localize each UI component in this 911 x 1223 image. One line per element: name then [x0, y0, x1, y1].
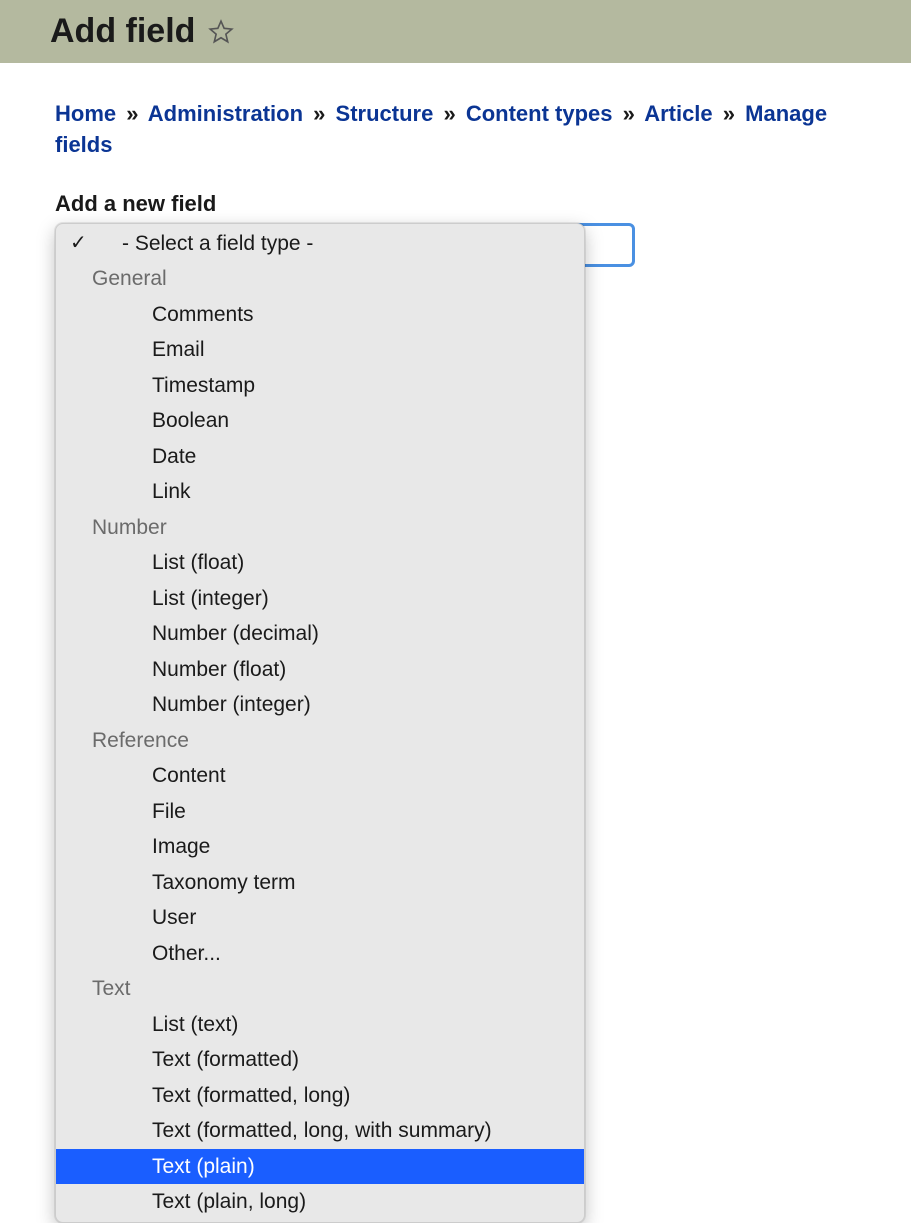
page-title: Add field — [50, 12, 195, 51]
dropdown-optgroup: Text — [56, 971, 584, 1007]
dropdown-option[interactable]: Email — [56, 332, 584, 368]
dropdown-option[interactable]: Number (float) — [56, 652, 584, 688]
breadcrumb-separator: » — [313, 101, 325, 126]
field-type-select-wrapper: ✓ - Select a field type - GeneralCommentsE… — [55, 223, 861, 1223]
dropdown-option[interactable]: Text (formatted, long, with summary) — [56, 1113, 584, 1149]
dropdown-option[interactable]: Image — [56, 829, 584, 865]
breadcrumb-separator: » — [623, 101, 635, 126]
dropdown-option[interactable]: Text (formatted) — [56, 1042, 584, 1078]
dropdown-option[interactable]: Number (decimal) — [56, 616, 584, 652]
dropdown-option[interactable]: Boolean — [56, 403, 584, 439]
breadcrumb: Home » Administration » Structure » Cont… — [55, 99, 861, 161]
dropdown-placeholder-label: - Select a field type - — [122, 232, 313, 255]
dropdown-option[interactable]: Comments — [56, 297, 584, 333]
dropdown-option[interactable]: Text (plain, long) — [56, 1184, 584, 1220]
dropdown-optgroup: Number — [56, 510, 584, 546]
dropdown-option[interactable]: Timestamp — [56, 368, 584, 404]
dropdown-option[interactable]: Date — [56, 439, 584, 475]
breadcrumb-content-types[interactable]: Content types — [466, 101, 613, 126]
section-heading: Add a new field — [55, 191, 861, 217]
breadcrumb-article[interactable]: Article — [644, 101, 712, 126]
dropdown-option[interactable]: Text (formatted, long) — [56, 1078, 584, 1114]
content-area: Home » Administration » Structure » Cont… — [0, 63, 911, 1223]
dropdown-placeholder-option[interactable]: ✓ - Select a field type - — [56, 226, 584, 262]
dropdown-option[interactable]: List (float) — [56, 545, 584, 581]
breadcrumb-separator: » — [443, 101, 455, 126]
dropdown-option[interactable]: File — [56, 794, 584, 830]
dropdown-option[interactable]: Other... — [56, 936, 584, 972]
field-type-dropdown-list[interactable]: ✓ - Select a field type - GeneralCommentsE… — [55, 223, 585, 1223]
dropdown-optgroup: Reference — [56, 723, 584, 759]
dropdown-option[interactable]: List (text) — [56, 1007, 584, 1043]
page-header: Add field — [0, 0, 911, 63]
star-icon[interactable] — [207, 18, 235, 46]
check-icon: ✓ — [70, 228, 87, 258]
dropdown-option[interactable]: Number (integer) — [56, 687, 584, 723]
dropdown-option[interactable]: Taxonomy term — [56, 865, 584, 901]
breadcrumb-separator: » — [723, 101, 735, 126]
dropdown-option[interactable]: User — [56, 900, 584, 936]
breadcrumb-separator: » — [126, 101, 138, 126]
breadcrumb-administration[interactable]: Administration — [148, 101, 303, 126]
dropdown-option[interactable]: Text (plain) — [56, 1149, 584, 1185]
dropdown-optgroup: General — [56, 261, 584, 297]
breadcrumb-home[interactable]: Home — [55, 101, 116, 126]
breadcrumb-structure[interactable]: Structure — [336, 101, 434, 126]
dropdown-option[interactable]: List (integer) — [56, 581, 584, 617]
dropdown-option[interactable]: Content — [56, 758, 584, 794]
dropdown-option[interactable]: Link — [56, 474, 584, 510]
